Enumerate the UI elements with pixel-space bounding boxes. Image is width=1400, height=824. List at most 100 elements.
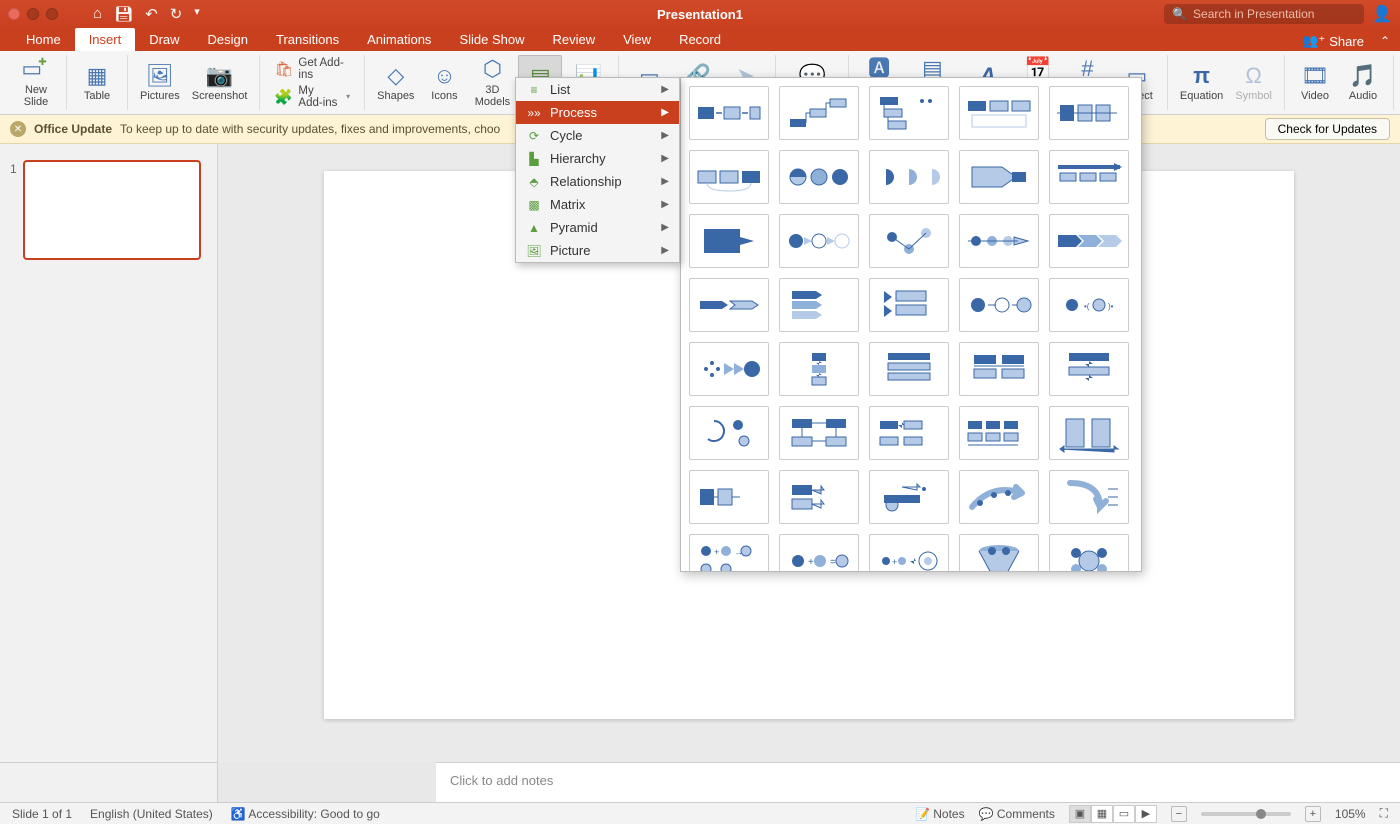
gallery-item[interactable]: [869, 214, 949, 268]
gallery-item[interactable]: [869, 470, 949, 524]
shapes-button[interactable]: ◇Shapes: [373, 55, 418, 110]
new-slide-button[interactable]: ▭✚New Slide: [14, 55, 58, 110]
reading-view-icon[interactable]: ▭: [1113, 805, 1135, 823]
tab-transitions[interactable]: Transitions: [262, 28, 353, 51]
fit-window-icon[interactable]: ⛶: [1380, 806, 1388, 821]
zoom-slider-thumb[interactable]: [1256, 809, 1266, 819]
smartart-list[interactable]: ≡List▶: [516, 78, 679, 101]
accessibility-status[interactable]: ♿ Accessibility: Good to go: [231, 807, 380, 821]
gallery-item[interactable]: [689, 406, 769, 460]
smartart-pyramid[interactable]: ▲Pyramid▶: [516, 216, 679, 239]
tab-record[interactable]: Record: [665, 28, 735, 51]
gallery-item[interactable]: [959, 150, 1039, 204]
icons-button[interactable]: ☺Icons: [422, 55, 466, 110]
gallery-item[interactable]: [689, 86, 769, 140]
zoom-in-button[interactable]: +: [1305, 806, 1321, 822]
gallery-item[interactable]: [689, 214, 769, 268]
smartart-relationship[interactable]: ⬘Relationship▶: [516, 170, 679, 193]
gallery-item[interactable]: [869, 86, 949, 140]
gallery-item[interactable]: [869, 150, 949, 204]
gallery-item[interactable]: [779, 470, 859, 524]
search-input[interactable]: [1193, 7, 1356, 21]
gallery-item[interactable]: [959, 470, 1039, 524]
thumbnail-item[interactable]: 1: [10, 160, 207, 260]
gallery-item[interactable]: [1049, 214, 1129, 268]
collapse-ribbon-icon[interactable]: ⌃: [1380, 34, 1390, 48]
undo-icon[interactable]: ↶: [145, 5, 158, 23]
tab-design[interactable]: Design: [194, 28, 262, 51]
tab-slideshow[interactable]: Slide Show: [445, 28, 538, 51]
smartart-matrix[interactable]: ▩Matrix▶: [516, 193, 679, 216]
gallery-item[interactable]: +=: [779, 534, 859, 572]
smartart-process[interactable]: »»Process▶: [516, 101, 679, 124]
get-addins-button[interactable]: 🛍Get Add-ins: [268, 56, 356, 82]
gallery-item[interactable]: [1049, 470, 1129, 524]
gallery-item[interactable]: [869, 406, 949, 460]
tab-view[interactable]: View: [609, 28, 665, 51]
gallery-item[interactable]: [959, 534, 1039, 572]
language-status[interactable]: English (United States): [90, 807, 213, 821]
screenshot-button[interactable]: 📷Screenshot: [188, 55, 252, 110]
share-button[interactable]: 👥⁺ Share: [1296, 31, 1370, 51]
gallery-item[interactable]: [1049, 150, 1129, 204]
smartart-picture[interactable]: 🖼Picture▶: [516, 239, 679, 262]
audio-button[interactable]: 🎵Audio: [1341, 55, 1385, 110]
gallery-item[interactable]: [1049, 406, 1129, 460]
gallery-item[interactable]: [959, 86, 1039, 140]
table-button[interactable]: ▦Table: [75, 55, 119, 110]
gallery-item[interactable]: [779, 214, 859, 268]
qat-customize-icon[interactable]: ▾: [194, 5, 200, 23]
zoom-out-button[interactable]: −: [1171, 806, 1187, 822]
gallery-item[interactable]: •()•: [1049, 278, 1129, 332]
tab-animations[interactable]: Animations: [353, 28, 445, 51]
gallery-item[interactable]: [779, 342, 859, 396]
redo-icon[interactable]: ↻: [170, 5, 183, 23]
search-box[interactable]: 🔍: [1164, 4, 1364, 24]
gallery-item[interactable]: [869, 342, 949, 396]
gallery-item[interactable]: [689, 342, 769, 396]
smartart-hierarchy[interactable]: ▙Hierarchy▶: [516, 147, 679, 170]
gallery-item[interactable]: [779, 86, 859, 140]
notes-pane[interactable]: Click to add notes: [436, 762, 1400, 802]
tab-home[interactable]: Home: [12, 28, 75, 51]
home-icon[interactable]: ⌂: [93, 5, 102, 23]
tab-review[interactable]: Review: [538, 28, 609, 51]
zoom-value[interactable]: 105%: [1335, 807, 1366, 821]
gallery-item[interactable]: [779, 278, 859, 332]
gallery-item[interactable]: [779, 150, 859, 204]
minimize-window[interactable]: [27, 8, 39, 20]
thumbnail-panel[interactable]: 1: [0, 144, 218, 762]
gallery-item[interactable]: [779, 406, 859, 460]
gallery-item[interactable]: [869, 278, 949, 332]
sorter-view-icon[interactable]: ▦: [1091, 805, 1113, 823]
pictures-button[interactable]: 🖼Pictures: [136, 55, 184, 110]
check-updates-button[interactable]: Check for Updates: [1265, 118, 1390, 140]
gallery-item[interactable]: +: [869, 534, 949, 572]
gallery-item[interactable]: [689, 150, 769, 204]
my-addins-button[interactable]: 🧩My Add-ins▾: [268, 84, 356, 110]
notes-toggle[interactable]: 📝 Notes: [915, 807, 965, 821]
gallery-item[interactable]: [689, 278, 769, 332]
normal-view-icon[interactable]: ▣: [1069, 805, 1091, 823]
gallery-item[interactable]: [959, 214, 1039, 268]
video-button[interactable]: 🎞Video: [1293, 55, 1337, 110]
close-window[interactable]: [8, 8, 20, 20]
gallery-item[interactable]: [689, 470, 769, 524]
gallery-item[interactable]: [959, 406, 1039, 460]
tab-insert[interactable]: Insert: [75, 28, 136, 51]
gallery-item[interactable]: [1049, 86, 1129, 140]
comments-toggle[interactable]: 💬 Comments: [979, 807, 1055, 821]
gallery-item[interactable]: [1049, 342, 1129, 396]
save-icon[interactable]: 💾︎: [114, 5, 133, 23]
equation-button[interactable]: πEquation: [1176, 55, 1227, 110]
smartart-cycle[interactable]: ⟳Cycle▶: [516, 124, 679, 147]
close-update-icon[interactable]: ✕: [10, 121, 26, 137]
gallery-item[interactable]: +→: [689, 534, 769, 572]
thumbnail-preview[interactable]: [23, 160, 201, 260]
3d-models-button[interactable]: ⬡3D Models: [470, 55, 514, 110]
slideshow-view-icon[interactable]: ▶: [1135, 805, 1157, 823]
gallery-item[interactable]: [1049, 534, 1129, 572]
maximize-window[interactable]: [46, 8, 58, 20]
user-avatar-icon[interactable]: 👤: [1372, 4, 1392, 24]
slide-counter[interactable]: Slide 1 of 1: [12, 807, 72, 821]
